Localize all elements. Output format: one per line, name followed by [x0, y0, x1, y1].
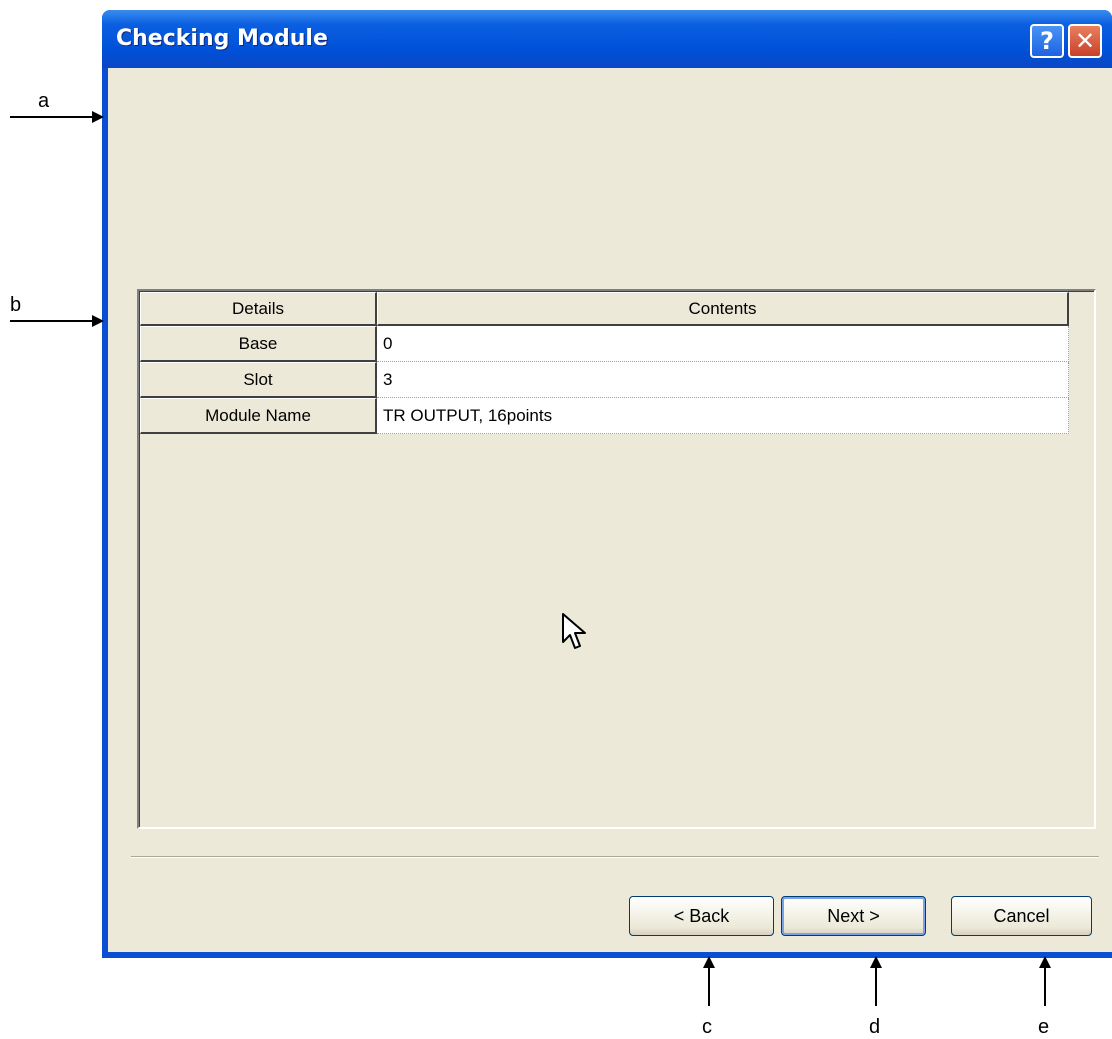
question-mark-icon: ?: [1040, 27, 1054, 55]
dialog-body: Details Contents Base 0 Slot 3 Module Na…: [108, 68, 1112, 952]
annotation-label-d: d: [869, 1016, 881, 1038]
annotation-arrow-d: [870, 956, 882, 1006]
title-bar[interactable]: Checking Module ? ✕: [102, 10, 1112, 68]
annotation-arrow-b: [10, 315, 104, 327]
column-header-details[interactable]: Details: [140, 292, 377, 326]
mouse-pointer-icon: [562, 613, 586, 649]
row-label-module-name: Module Name: [140, 398, 377, 434]
annotation-label-e: e: [1038, 1016, 1050, 1038]
separator-line: [131, 856, 1099, 858]
cell-module-name-value[interactable]: TR OUTPUT, 16points: [377, 398, 1069, 434]
cell-base-value[interactable]: 0: [377, 326, 1069, 362]
annotation-label-c: c: [702, 1016, 712, 1038]
help-button[interactable]: ?: [1030, 24, 1064, 58]
close-icon: ✕: [1074, 27, 1096, 55]
row-label-base: Base: [140, 326, 377, 362]
module-details-grid: Details Contents Base 0 Slot 3 Module Na…: [137, 289, 1096, 829]
cancel-button[interactable]: Cancel: [951, 896, 1092, 936]
column-header-contents[interactable]: Contents: [377, 292, 1069, 326]
window-title: Checking Module: [116, 26, 328, 51]
annotation-label-b: b: [10, 294, 22, 316]
annotation-arrow-c: [703, 956, 715, 1006]
close-button[interactable]: ✕: [1068, 24, 1102, 58]
cell-slot-value[interactable]: 3: [377, 362, 1069, 398]
checking-module-dialog: Checking Module ? ✕ Details Contents Bas…: [102, 10, 1112, 958]
grid-inner: Details Contents Base 0 Slot 3 Module Na…: [139, 291, 1094, 827]
next-button[interactable]: Next >: [781, 896, 926, 936]
row-label-slot: Slot: [140, 362, 377, 398]
annotation-arrow-a: [10, 111, 104, 123]
back-button[interactable]: < Back: [629, 896, 774, 936]
annotation-label-a: a: [38, 90, 50, 112]
annotation-arrow-e: [1039, 956, 1051, 1006]
